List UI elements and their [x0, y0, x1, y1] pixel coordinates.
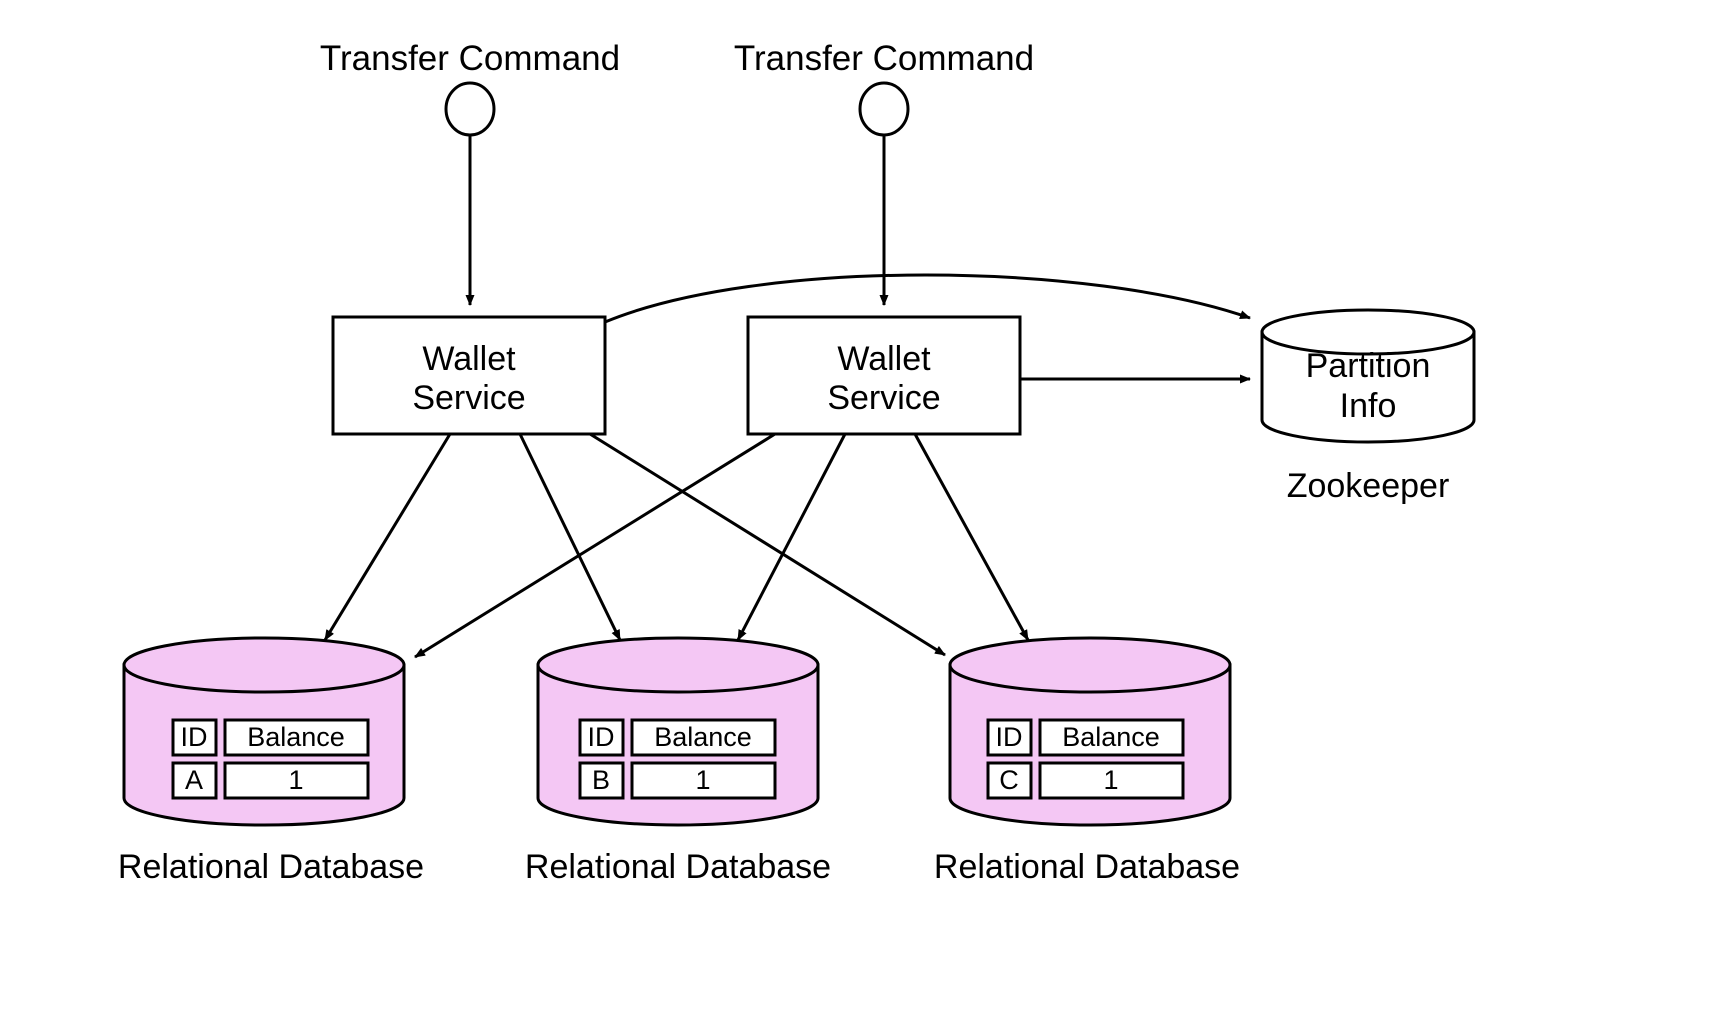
diagram-canvas: Transfer Command Transfer Command Wallet… — [118, 39, 1476, 886]
database-b-header-balance-text: Balance — [654, 722, 752, 752]
database-a-header-id-text: ID — [181, 722, 208, 752]
edge-service-right-to-db-a — [414, 432, 776, 659]
database-c-row-id-text: C — [999, 765, 1019, 795]
zookeeper-label-line1: Partition — [1306, 347, 1431, 385]
start-event-circle-right — [858, 81, 910, 137]
database-c-cylinder-top — [948, 636, 1232, 694]
wallet-service-right-label-line2: Service — [827, 379, 940, 417]
zookeeper-caption: Zookeeper — [1287, 467, 1450, 505]
database-b-header-id-text: ID — [588, 722, 615, 752]
edge-service-left-to-db-c — [589, 432, 946, 657]
transfer-command-right: Transfer Command — [734, 39, 1034, 306]
edge-service-left-to-db-b — [518, 433, 622, 641]
edge-service-left-to-db-a — [323, 433, 452, 641]
wallet-service-right[interactable]: Wallet Service — [746, 315, 1022, 436]
database-c-caption: Relational Database — [934, 848, 1240, 886]
wallet-service-right-label-line1: Wallet — [837, 340, 931, 378]
transfer-command-left: Transfer Command — [320, 39, 620, 306]
edge-service-right-to-db-c — [913, 433, 1030, 641]
zookeeper-store[interactable]: Partition Info Zookeeper — [1260, 308, 1476, 505]
edge-service-left-to-zookeeper — [604, 273, 1251, 324]
database-c-header-balance-text: Balance — [1062, 722, 1160, 752]
wallet-service-left[interactable]: Wallet Service — [331, 315, 607, 436]
database-c-row-balance-text: 1 — [1103, 765, 1118, 795]
database-a-caption: Relational Database — [118, 848, 424, 886]
architecture-diagram: Transfer Command Transfer Command Wallet… — [0, 0, 1718, 1014]
relational-database-c[interactable]: ID Balance C 1 Relational Database — [934, 636, 1240, 886]
database-a-cylinder-top — [122, 636, 406, 694]
database-c-header-id-text: ID — [996, 722, 1023, 752]
transfer-command-left-label: Transfer Command — [320, 39, 620, 78]
database-b-row-balance-text: 1 — [695, 765, 710, 795]
database-a-row-id-text: A — [185, 765, 203, 795]
transfer-command-right-label: Transfer Command — [734, 39, 1034, 78]
relational-database-a[interactable]: ID Balance A 1 Relational Database — [118, 636, 424, 886]
database-b-cylinder-top — [536, 636, 820, 694]
database-b-caption: Relational Database — [525, 848, 831, 886]
database-b-row-id-text: B — [592, 765, 610, 795]
zookeeper-label-line2: Info — [1340, 387, 1397, 425]
wallet-service-left-label-line1: Wallet — [422, 340, 516, 378]
start-event-circle-left — [444, 81, 496, 137]
database-a-row-balance-text: 1 — [288, 765, 303, 795]
database-a-header-balance-text: Balance — [247, 722, 345, 752]
wallet-service-left-label-line2: Service — [412, 379, 525, 417]
relational-database-b[interactable]: ID Balance B 1 Relational Database — [525, 636, 831, 886]
